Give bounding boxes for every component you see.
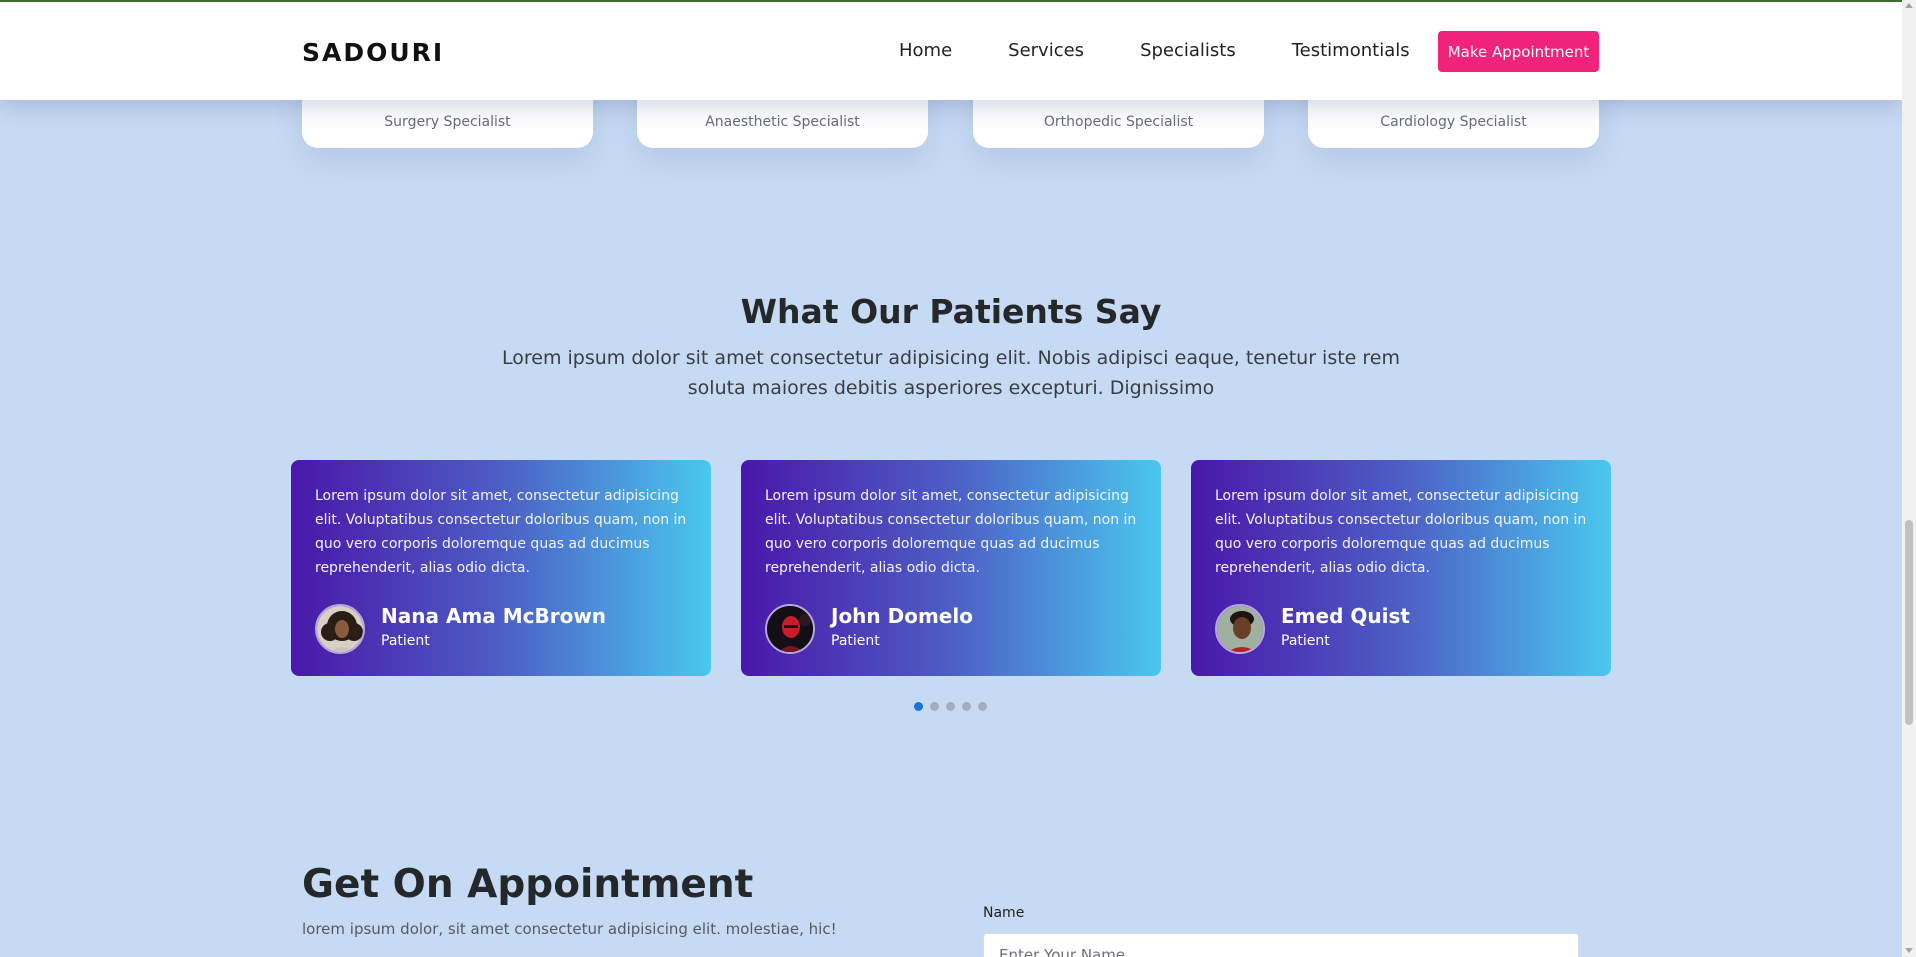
- carousel-dot-2[interactable]: [930, 702, 939, 711]
- appointment-title: Get On Appointment: [302, 862, 754, 907]
- make-appointment-button[interactable]: Make Appointment: [1438, 31, 1599, 72]
- carousel-dot-4[interactable]: [962, 702, 971, 711]
- testimonial-card: Lorem ipsum dolor sit amet, consectetur …: [1191, 460, 1611, 676]
- patient-name: Emed Quist: [1281, 604, 1410, 628]
- name-input[interactable]: [983, 933, 1579, 957]
- nav-services-link[interactable]: Services: [1008, 40, 1084, 61]
- testimonial-quote: Lorem ipsum dolor sit amet, consectetur …: [315, 488, 687, 576]
- patient-photo-icon: [767, 606, 813, 652]
- nav-home-link[interactable]: Home: [899, 40, 952, 61]
- scroll-up-arrow-icon[interactable]: [1905, 3, 1913, 8]
- testimonials-title: What Our Patients Say: [740, 292, 1162, 331]
- avatar: [765, 604, 815, 654]
- patient-name: Nana Ama McBrown: [381, 604, 607, 628]
- testimonial-quote: Lorem ipsum dolor sit amet, consectetur …: [765, 488, 1137, 576]
- page-scrollbar[interactable]: [1902, 0, 1916, 957]
- specialist-role: Orthopedic Specialist: [1043, 114, 1194, 130]
- appointment-subtitle: lorem ipsum dolor, sit amet consectetur …: [302, 920, 837, 938]
- testimonials-subtitle: Lorem ipsum dolor sit amet consectetur a…: [501, 347, 1400, 399]
- site-header: SADOURI Home Services Specialists Testim…: [0, 2, 1902, 100]
- scrollbar-thumb[interactable]: [1905, 520, 1913, 725]
- testimonial-card: Lorem ipsum dolor sit amet, consectetur …: [741, 460, 1161, 676]
- patient-role: Patient: [381, 633, 430, 649]
- name-label: Name: [983, 905, 1025, 921]
- specialist-role: Surgery Specialist: [384, 114, 511, 130]
- specialist-role: Cardiology Specialist: [1380, 114, 1527, 130]
- nav-testimonials-link[interactable]: Testimontials: [1292, 40, 1410, 61]
- carousel-dot-5[interactable]: [978, 702, 987, 711]
- carousel-dot-3[interactable]: [946, 702, 955, 711]
- testimonial-quote: Lorem ipsum dolor sit amet, consectetur …: [1215, 488, 1587, 576]
- patient-role: Patient: [1281, 633, 1330, 649]
- testimonial-card: Lorem ipsum dolor sit amet, consectetur …: [291, 460, 711, 676]
- window-top-line: [0, 0, 1916, 2]
- patient-name: John Domelo: [831, 604, 973, 628]
- avatar: [1215, 604, 1265, 654]
- patient-photo-icon: [317, 606, 363, 652]
- carousel-pagination: [914, 702, 994, 711]
- specialist-role: Anaesthetic Specialist: [705, 114, 860, 130]
- brand-logo[interactable]: SADOURI: [302, 38, 444, 67]
- patient-role: Patient: [831, 633, 880, 649]
- main-nav: Home Services Specialists Testimontials: [899, 40, 1410, 61]
- avatar: [315, 604, 365, 654]
- nav-specialists-link[interactable]: Specialists: [1140, 40, 1236, 61]
- scroll-down-arrow-icon[interactable]: [1905, 948, 1913, 953]
- patient-photo-icon: [1217, 606, 1263, 652]
- carousel-dot-1[interactable]: [914, 702, 923, 711]
